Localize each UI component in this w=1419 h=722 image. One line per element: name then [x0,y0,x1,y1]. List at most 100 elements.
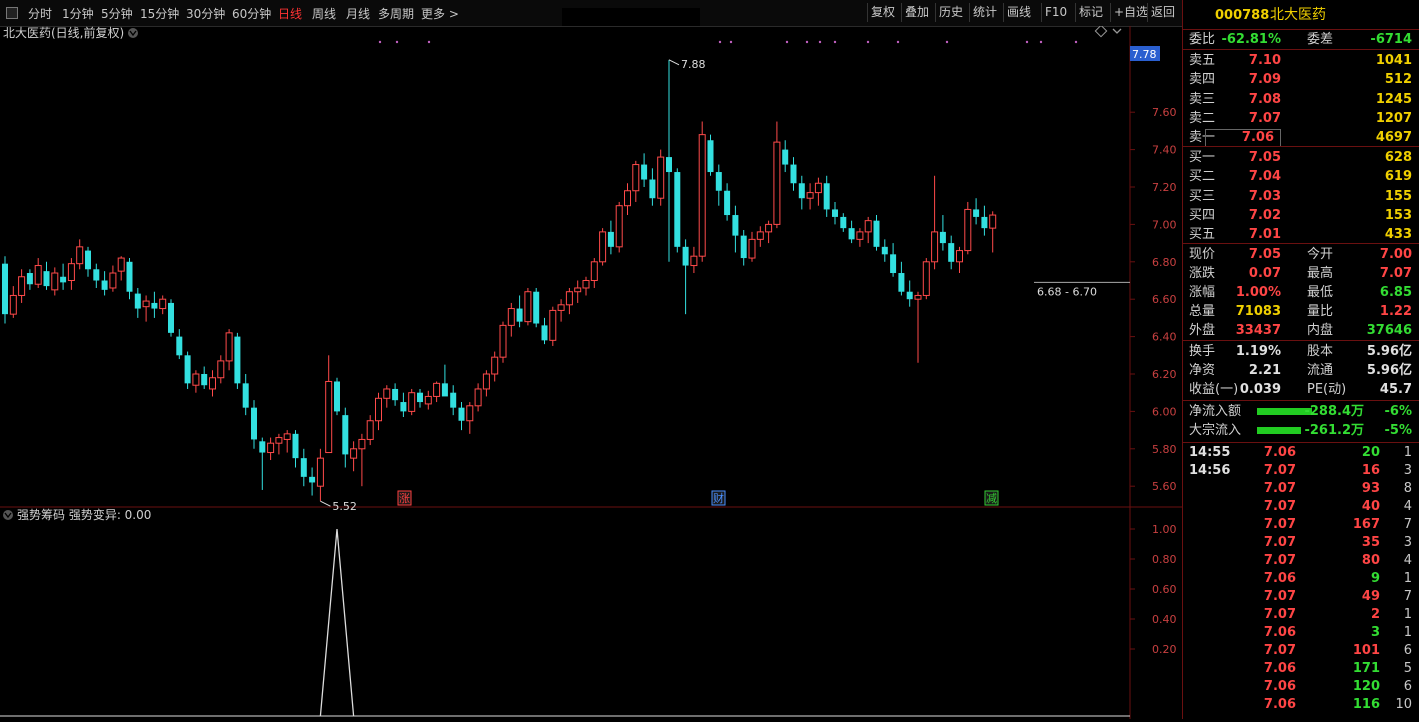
candle [117,256,125,281]
expand-collapse-icons[interactable] [1094,24,1122,38]
candle [283,430,291,453]
candle [251,400,257,449]
candle [599,228,607,266]
tick-row[interactable]: 7.07 2 1 [1183,606,1419,624]
fundamental-value: 0.039 [1239,382,1281,397]
candles [2,59,997,502]
period-tab[interactable]: 多周期 [378,5,414,22]
kline-chart[interactable]: 北大医药(日线,前复权) 7.60 7.40 7.20 7.00 6.80 6.60 6.4… [0,24,1182,719]
flow-label: 净流入额 [1189,404,1242,419]
period-tab[interactable]: 15分钟 [140,5,179,22]
event-marker[interactable]: 涨 [397,490,412,506]
bids-row[interactable]: 买二 7.04 619 [1183,167,1419,186]
tick-row[interactable]: 7.06 3 1 [1183,624,1419,642]
tick-row[interactable]: 7.07 40 4 [1183,498,1419,516]
toolbar-button[interactable]: 统计 [969,3,1000,22]
candle [690,246,698,274]
tick-row[interactable]: 7.07 49 7 [1183,588,1419,606]
bids-row[interactable]: 买四 7.02 153 [1183,206,1419,225]
tick-volume: 16 [1361,463,1380,478]
tick-count: 4 [1403,499,1412,514]
asks-row[interactable]: 卖四 7.09 512 [1183,70,1419,89]
asks-row[interactable]: 卖三 7.08 1245 [1183,90,1419,109]
period-tab[interactable]: 更多 > [421,5,459,22]
chart-area[interactable]: 北大医药(日线,前复权) 7.60 7.40 7.20 7.00 6.80 6.60 6.4… [0,24,1182,719]
toolbar-button[interactable]: 画线 [1003,3,1034,22]
tick-row[interactable]: 7.06 171 5 [1183,660,1419,678]
tick-row[interactable]: 14:55 7.06 20 1 [1183,444,1419,462]
asks-row[interactable]: 卖五 7.10 1041 [1183,51,1419,70]
period-tab[interactable]: 30分钟 [186,5,225,22]
candle [782,140,789,173]
period-tab[interactable]: 1分钟 [62,5,94,22]
tick-count: 1 [1403,607,1412,622]
tick-row[interactable]: 7.06 120 6 [1183,678,1419,696]
tick-row[interactable]: 7.07 167 7 [1183,516,1419,534]
candle [814,177,822,206]
candle [51,267,59,296]
candle [698,121,706,262]
divider [1183,442,1419,443]
period-tab[interactable]: 日线 [278,5,302,22]
event-marker[interactable]: 财 [711,490,726,506]
toolbar-button[interactable]: +自选 [1110,3,1151,22]
asks-price: 7.10 [1248,53,1281,68]
candle [109,265,117,292]
candle [134,287,141,318]
tick-row[interactable]: 14:56 7.07 16 3 [1183,462,1419,480]
candle [956,246,963,274]
tick-row[interactable]: 7.07 93 8 [1183,480,1419,498]
price-tick: 6.00 [1152,405,1177,418]
asks-row[interactable]: 卖二 7.07 1207 [1183,109,1419,128]
bids-row[interactable]: 买三 7.03 155 [1183,187,1419,206]
toolbar-button[interactable]: 叠加 [901,3,932,22]
period-tab[interactable]: 周线 [312,5,336,22]
tick-price: 7.06 [1263,679,1296,694]
toolbar-button[interactable]: F10 [1041,3,1070,22]
bids-volume: 155 [1384,188,1412,204]
tick-time: 14:55 [1189,445,1231,460]
tick-count: 1 [1403,625,1412,640]
candle [740,230,747,266]
candle [408,388,416,416]
stock-code: 000788 [1215,8,1270,23]
tick-row[interactable]: 7.07 35 3 [1183,534,1419,552]
bids-volume: 433 [1384,227,1412,243]
tick-row[interactable]: 7.07 101 6 [1183,642,1419,660]
collapse-icon[interactable] [128,28,138,38]
fundamental-label: 收益(一) [1189,382,1239,397]
event-dot [718,40,722,44]
toolbar-button[interactable]: 标记 [1075,3,1106,22]
candle [34,258,42,288]
fundamental-value: 5.96亿 [1366,344,1412,359]
candle [350,441,358,472]
period-tab[interactable]: 分时 [28,5,52,22]
low-arrow [320,500,331,507]
tick-volume: 35 [1361,535,1380,550]
weicha-label: 委差 [1307,32,1334,47]
toolbar-button[interactable]: 复权 [867,3,898,22]
tick-row[interactable]: 7.06 116 10 [1183,696,1419,714]
period-tab[interactable]: 5分钟 [101,5,133,22]
asks-row[interactable]: 卖一 7.06 4697 [1183,128,1419,148]
candle [209,370,216,397]
flow-pct: -6% [1384,404,1412,419]
indicator-collapse-icon[interactable] [3,510,13,520]
tick-count: 7 [1403,589,1412,604]
toolbar-button[interactable]: 历史 [935,3,966,22]
candle [981,205,988,236]
tick-row[interactable]: 7.06 9 1 [1183,570,1419,588]
quote-label: 涨幅 [1189,285,1216,300]
period-tab[interactable]: 60分钟 [232,5,271,22]
toolbar-button[interactable]: 返回 [1147,3,1178,22]
quote-row: 现价 7.05 今开 7.00 [1183,245,1419,264]
bids-row[interactable]: 买五 7.01 433 [1183,225,1419,244]
bids-row[interactable]: 买一 7.05 628 [1183,148,1419,167]
menu-icon[interactable] [6,7,18,19]
bids-label: 买一 [1189,150,1216,165]
event-marker[interactable]: 减 [984,490,999,506]
period-tab[interactable]: 月线 [346,5,370,22]
tick-price: 7.07 [1263,553,1296,568]
tick-row[interactable]: 7.07 80 4 [1183,552,1419,570]
tick-count: 3 [1403,535,1412,550]
